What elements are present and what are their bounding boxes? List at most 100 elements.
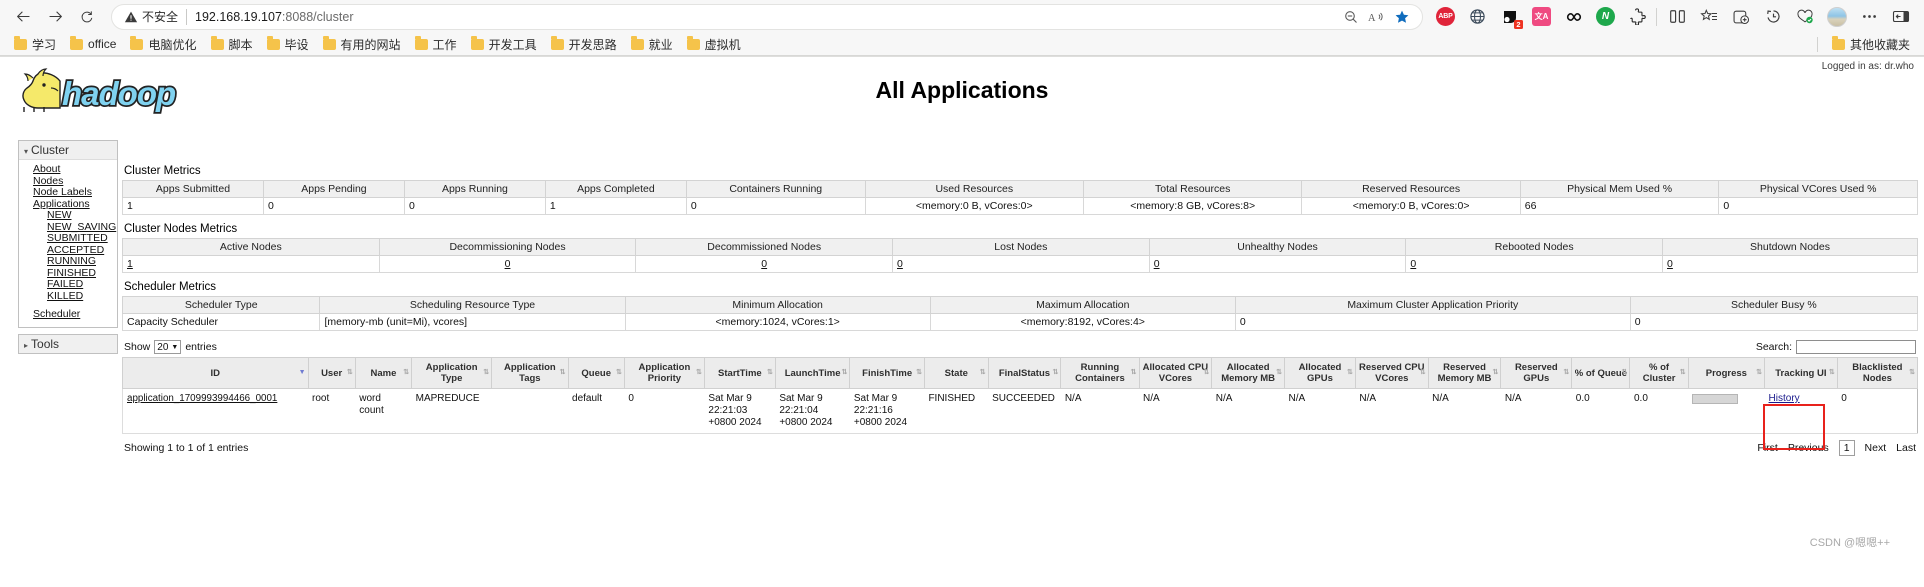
puzzle-extension[interactable] bbox=[1628, 7, 1647, 26]
bookmark-item[interactable]: 开发思路 bbox=[545, 34, 623, 55]
profile-avatar[interactable] bbox=[1822, 4, 1852, 30]
infinity-extension[interactable] bbox=[1564, 7, 1583, 26]
pager-first[interactable]: First bbox=[1757, 442, 1777, 454]
th-allocated-gpus[interactable]: Allocated GPUs ⇅ bbox=[1283, 357, 1356, 389]
bookmark-item[interactable]: 学习 bbox=[8, 34, 62, 55]
th-finalstatus[interactable]: FinalStatus ⇅ bbox=[987, 357, 1062, 389]
sidebar-toggle-icon[interactable] bbox=[1886, 4, 1916, 30]
th-blacklisted-nodes[interactable]: Blacklisted Nodes ⇅ bbox=[1836, 357, 1919, 389]
reload-icon[interactable] bbox=[72, 4, 102, 30]
th-allocated-cpu-vcores[interactable]: Allocated CPU VCores ⇅ bbox=[1138, 357, 1213, 389]
th-reserved-memory-mb[interactable]: Reserved Memory MB ⇅ bbox=[1427, 357, 1502, 389]
th-queue[interactable]: Queue ⇅ bbox=[567, 357, 625, 389]
th-minimum-allocation[interactable]: Minimum Allocation bbox=[624, 296, 931, 314]
translate-extension[interactable]: 文A bbox=[1532, 7, 1551, 26]
bookmark-item[interactable]: 开发工具 bbox=[465, 34, 543, 55]
history-icon[interactable] bbox=[1758, 4, 1788, 30]
sidebar-item-killed[interactable]: KILLED bbox=[19, 290, 117, 303]
th-lost-nodes[interactable]: Lost Nodes bbox=[892, 238, 1150, 256]
th-scheduling-resource-type[interactable]: Scheduling Resource Type bbox=[319, 296, 626, 314]
th-max-cluster-app-priority[interactable]: Maximum Cluster Application Priority bbox=[1234, 296, 1631, 314]
th-starttime[interactable]: StartTime ⇅ bbox=[703, 357, 776, 389]
search-input[interactable] bbox=[1796, 340, 1916, 354]
th-pct-of-cluster[interactable]: % of Cluster ⇅ bbox=[1629, 357, 1689, 389]
th-running-containers[interactable]: Running Containers ⇅ bbox=[1060, 357, 1140, 389]
th-total-resources[interactable]: Total Resources bbox=[1082, 180, 1303, 198]
th-containers-running[interactable]: Containers Running bbox=[685, 180, 866, 198]
star-filled-icon[interactable] bbox=[1394, 9, 1410, 25]
th-unhealthy-nodes[interactable]: Unhealthy Nodes bbox=[1148, 238, 1407, 256]
pager-previous[interactable]: Previous bbox=[1788, 442, 1829, 454]
th-used-resources[interactable]: Used Resources bbox=[864, 180, 1084, 198]
th-maximum-allocation[interactable]: Maximum Allocation bbox=[929, 296, 1236, 314]
active-nodes-link[interactable]: 1 bbox=[127, 258, 133, 270]
th-active-nodes[interactable]: Active Nodes bbox=[122, 238, 380, 256]
th-decommissioning-nodes[interactable]: Decommissioning Nodes bbox=[378, 238, 637, 256]
globe-extension[interactable] bbox=[1468, 7, 1487, 26]
pager-last[interactable]: Last bbox=[1896, 442, 1916, 454]
add-favorite-icon[interactable] bbox=[1726, 4, 1756, 30]
shutdown-nodes-link[interactable]: 0 bbox=[1667, 258, 1673, 270]
th-state[interactable]: State ⇅ bbox=[923, 357, 989, 389]
adblock-plus-extension[interactable]: ABP bbox=[1436, 7, 1455, 26]
split-screen-icon[interactable] bbox=[1662, 4, 1692, 30]
th-id[interactable]: ID ▼ bbox=[122, 357, 309, 389]
sidebar-item-node-labels[interactable]: Node Labels bbox=[19, 186, 117, 199]
sidebar-item-running[interactable]: RUNNING bbox=[19, 255, 117, 268]
th-application-priority[interactable]: Application Priority ⇅ bbox=[623, 357, 705, 389]
th-physical-mem-used[interactable]: Physical Mem Used % bbox=[1519, 180, 1720, 198]
th-launchtime[interactable]: LaunchTime ⇅ bbox=[774, 357, 851, 389]
note-extension[interactable]: N bbox=[1596, 7, 1615, 26]
performance-icon[interactable] bbox=[1790, 4, 1820, 30]
th-apps-running[interactable]: Apps Running bbox=[403, 180, 546, 198]
tools-panel[interactable]: ▸ Tools bbox=[18, 333, 118, 354]
th-application-tags[interactable]: Application Tags ⇅ bbox=[491, 357, 569, 389]
sidebar-item-about[interactable]: About bbox=[19, 163, 117, 176]
th-scheduler-type[interactable]: Scheduler Type bbox=[121, 296, 321, 314]
history-link[interactable]: History bbox=[1769, 393, 1800, 404]
pager-page-1[interactable]: 1 bbox=[1838, 440, 1855, 456]
bookmark-item[interactable]: 虚拟机 bbox=[681, 34, 747, 55]
th-tracking-ui[interactable]: Tracking UI ⇅ bbox=[1764, 357, 1838, 389]
th-decommissioned-nodes[interactable]: Decommissioned Nodes bbox=[635, 238, 894, 256]
decommissioning-nodes-link[interactable]: 0 bbox=[505, 258, 511, 270]
th-user[interactable]: User ⇅ bbox=[307, 357, 356, 389]
security-warning[interactable]: 不安全 bbox=[124, 8, 178, 25]
bookmark-item[interactable]: 有用的网站 bbox=[317, 34, 407, 55]
bookmark-item[interactable]: 工作 bbox=[409, 34, 463, 55]
th-rebooted-nodes[interactable]: Rebooted Nodes bbox=[1405, 238, 1664, 256]
clipboard-extension[interactable]: 2 bbox=[1500, 7, 1523, 29]
th-shutdown-nodes[interactable]: Shutdown Nodes bbox=[1662, 238, 1918, 256]
th-progress[interactable]: Progress ⇅ bbox=[1687, 357, 1766, 389]
unhealthy-nodes-link[interactable]: 0 bbox=[1154, 258, 1160, 270]
bookmark-item[interactable]: 就业 bbox=[625, 34, 679, 55]
th-scheduler-busy[interactable]: Scheduler Busy % bbox=[1629, 296, 1919, 314]
application-id-link[interactable]: application_1709993994466_0001 bbox=[127, 393, 277, 404]
entries-select[interactable]: 20 ▼ bbox=[154, 340, 182, 354]
other-bookmarks-folder[interactable]: 其他收藏夹 bbox=[1826, 34, 1916, 55]
th-name[interactable]: Name ⇅ bbox=[354, 357, 413, 389]
bookmark-item[interactable]: office bbox=[64, 35, 122, 53]
tools-panel-header[interactable]: ▸ Tools bbox=[19, 334, 117, 353]
cluster-panel-header[interactable]: ▾ Cluster bbox=[19, 141, 117, 160]
collections-icon[interactable] bbox=[1694, 4, 1724, 30]
bookmark-item[interactable]: 电脑优化 bbox=[124, 34, 202, 55]
th-reserved-cpu-vcores[interactable]: Reserved CPU VCores ⇅ bbox=[1354, 357, 1429, 389]
address-bar[interactable]: 不安全 192.168.19.107:8088/cluster A bbox=[111, 3, 1423, 30]
sidebar-item-new[interactable]: NEW bbox=[19, 209, 117, 222]
th-apps-completed[interactable]: Apps Completed bbox=[544, 180, 687, 198]
th-reserved-gpus[interactable]: Reserved GPUs ⇅ bbox=[1500, 357, 1573, 389]
sidebar-item-submitted[interactable]: SUBMITTED bbox=[19, 232, 117, 245]
sidebar-item-scheduler[interactable]: Scheduler bbox=[19, 308, 117, 321]
rebooted-nodes-link[interactable]: 0 bbox=[1410, 258, 1416, 270]
more-options-icon[interactable] bbox=[1854, 4, 1884, 30]
bookmark-item[interactable]: 毕设 bbox=[261, 34, 315, 55]
decommissioned-nodes-link[interactable]: 0 bbox=[761, 258, 767, 270]
back-arrow-icon[interactable] bbox=[8, 4, 38, 30]
th-physical-vcores-used[interactable]: Physical VCores Used % bbox=[1718, 180, 1918, 198]
th-finishtime[interactable]: FinishTime ⇅ bbox=[849, 357, 925, 389]
lost-nodes-link[interactable]: 0 bbox=[897, 258, 903, 270]
zoom-out-icon[interactable] bbox=[1343, 9, 1359, 25]
read-aloud-icon[interactable]: A bbox=[1368, 9, 1385, 25]
forward-arrow-icon[interactable] bbox=[40, 4, 70, 30]
